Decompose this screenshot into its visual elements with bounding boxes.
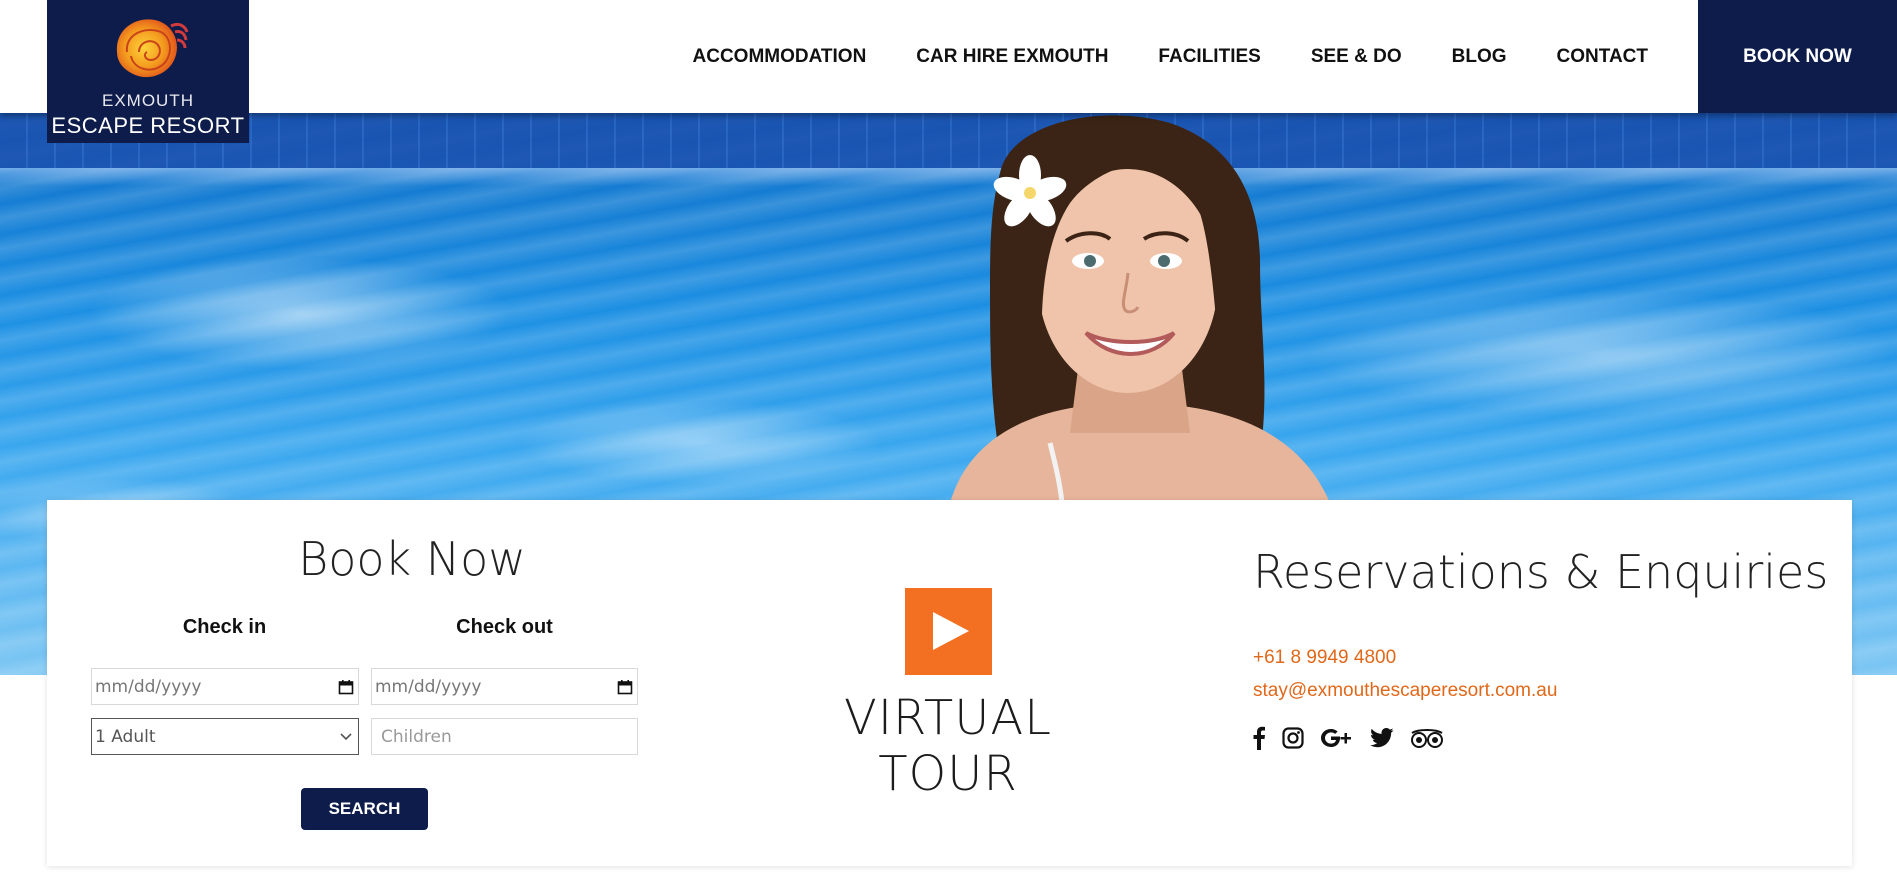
facebook-icon[interactable] bbox=[1252, 726, 1266, 750]
book-now-title: Book Now bbox=[298, 532, 526, 586]
checkin-label: Check in bbox=[182, 616, 267, 638]
virtual-tour-label[interactable]: VIRTUAL TOUR bbox=[787, 690, 1109, 802]
checkout-placeholder: mm/dd/yyyy bbox=[375, 676, 482, 697]
children-placeholder: Children bbox=[381, 726, 452, 747]
instagram-icon[interactable] bbox=[1282, 727, 1304, 749]
adults-selected-value: 1 Adult bbox=[95, 726, 156, 747]
calendar-icon[interactable] bbox=[338, 679, 354, 695]
play-icon bbox=[933, 612, 969, 650]
chevron-down-icon bbox=[340, 733, 352, 741]
checkin-date-input[interactable]: mm/dd/yyyy bbox=[91, 668, 359, 705]
nav-see-do[interactable]: SEE & DO bbox=[1311, 46, 1402, 68]
nav-contact[interactable]: CONTACT bbox=[1557, 46, 1648, 68]
virtual-tour-play-button[interactable] bbox=[905, 588, 992, 675]
logo-text-top: EXMOUTH bbox=[102, 91, 194, 110]
nav-facilities[interactable]: FACILITIES bbox=[1158, 46, 1260, 68]
nav-car-hire[interactable]: CAR HIRE EXMOUTH bbox=[916, 46, 1108, 68]
book-now-label: BOOK NOW bbox=[1743, 45, 1852, 67]
logo[interactable]: EXMOUTH ESCAPE RESORT bbox=[47, 0, 249, 143]
reservations-title: Reservations & Enquiries bbox=[1253, 545, 1829, 599]
nav-accommodation[interactable]: ACCOMMODATION bbox=[693, 46, 867, 68]
logo-text-bottom: ESCAPE RESORT bbox=[51, 113, 245, 138]
checkout-label: Check out bbox=[456, 616, 553, 638]
calendar-icon[interactable] bbox=[617, 679, 633, 695]
checkin-placeholder: mm/dd/yyyy bbox=[95, 676, 202, 697]
twitter-icon[interactable] bbox=[1370, 728, 1394, 748]
email-link[interactable]: stay@exmouthescaperesort.com.au bbox=[1253, 680, 1557, 702]
search-button[interactable]: SEARCH bbox=[301, 788, 428, 830]
phone-link[interactable]: +61 8 9949 4800 bbox=[1253, 647, 1396, 669]
nautilus-shell-icon bbox=[116, 19, 189, 78]
children-input[interactable]: Children bbox=[371, 718, 638, 755]
nav-blog[interactable]: BLOG bbox=[1452, 46, 1507, 68]
hero-person-image bbox=[950, 115, 1330, 503]
google-plus-icon[interactable] bbox=[1320, 727, 1354, 749]
checkout-date-input[interactable]: mm/dd/yyyy bbox=[371, 668, 638, 705]
book-now-button[interactable]: BOOK NOW bbox=[1698, 0, 1897, 113]
social-links bbox=[1252, 726, 1460, 750]
site-header: ACCOMMODATION CAR HIRE EXMOUTH FACILITIE… bbox=[0, 0, 1897, 113]
booking-panel: Book Now Check in Check out mm/dd/yyyy m… bbox=[47, 500, 1852, 866]
adults-select[interactable]: 1 Adult bbox=[91, 718, 359, 755]
page: ACCOMMODATION CAR HIRE EXMOUTH FACILITIE… bbox=[0, 0, 1897, 883]
tripadvisor-icon[interactable] bbox=[1410, 727, 1444, 749]
main-nav: ACCOMMODATION CAR HIRE EXMOUTH FACILITIE… bbox=[693, 0, 1897, 113]
